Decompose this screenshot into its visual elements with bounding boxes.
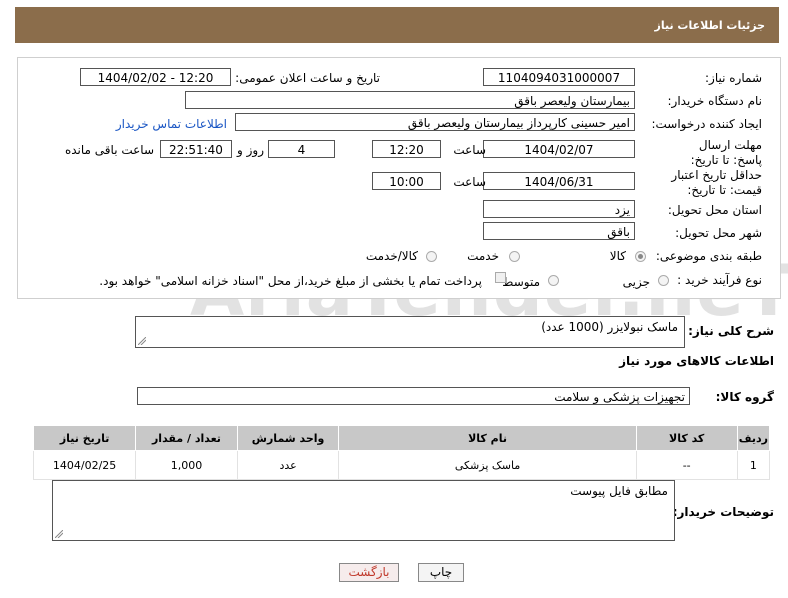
city-field: باقق: [483, 222, 635, 240]
process-option-minor: جزیی: [622, 275, 650, 289]
payment-note: پرداخت تمام یا بخشی از مبلغ خرید،از محل …: [99, 274, 482, 288]
province-label: استان محل تحویل:: [667, 203, 762, 217]
category-label: طبقه بندی موضوعی:: [655, 249, 762, 263]
col-unit: واحد شمارش: [236, 425, 340, 451]
days-field: 4: [268, 140, 335, 158]
goods-table: ردیف کد کالا نام کالا واحد شمارش تعداد /…: [32, 425, 771, 480]
city-label: شهر محل تحویل:: [675, 226, 762, 240]
cell-row: 1: [736, 450, 771, 480]
category-option-goods: کالا: [609, 249, 626, 263]
summary-field: ماسک نبولایزر (1000 عدد): [135, 316, 685, 348]
page-header: جزئیات اطلاعات نیاز: [15, 7, 779, 43]
process-radio-minor[interactable]: [658, 275, 669, 286]
days-label: روز و: [237, 143, 264, 157]
creator-label: ایجاد کننده درخواست:: [651, 117, 762, 131]
category-radio-service[interactable]: [509, 251, 520, 262]
validity-time-label: ساعت: [453, 175, 486, 189]
buyer-contact-link[interactable]: اطلاعات تماس خریدار: [116, 117, 227, 131]
deadline-time-label: ساعت: [453, 143, 486, 157]
payment-checkbox[interactable]: [495, 272, 506, 283]
cell-qty: 1,000: [135, 450, 238, 480]
col-code: کد کالا: [635, 425, 738, 451]
category-radio-goods-service[interactable]: [426, 251, 437, 262]
process-radio-medium[interactable]: [548, 275, 559, 286]
cell-date: 1404/02/25: [32, 450, 137, 480]
buyer-org-label: نام دستگاه خریدار:: [667, 94, 763, 108]
remaining-label: ساعت باقی مانده: [64, 143, 154, 157]
table-row: 1 -- ماسک پزشکی عدد 1,000 1404/02/25: [32, 450, 771, 480]
cell-name: ماسک پزشکی: [338, 450, 637, 480]
cell-unit: عدد: [236, 450, 340, 480]
goods-group-label: گروه کالا:: [715, 390, 774, 404]
buyer-notes-field: مطابق فایل پیوست: [52, 480, 675, 541]
col-date: تاریخ نیاز: [32, 425, 137, 451]
category-option-goods-service: کالا/خدمت: [365, 249, 418, 263]
summary-label: شرح کلی نیاز:: [688, 324, 774, 338]
category-option-service: خدمت: [467, 249, 499, 263]
deadline-label: مهلت ارسال پاسخ: تا تاریخ:: [690, 138, 762, 167]
process-option-medium: متوسط: [502, 275, 540, 289]
col-qty: تعداد / مقدار: [135, 425, 238, 451]
validity-date-field: 1404/06/31: [483, 172, 635, 190]
print-button[interactable]: چاپ: [418, 563, 464, 582]
process-label: نوع فرآیند خرید :: [677, 273, 762, 287]
validity-label: حداقل تاریخ اعتبار قیمت: تا تاریخ:: [671, 168, 762, 197]
buyer-notes-value: مطابق فایل پیوست: [570, 484, 668, 498]
deadline-date-field: 1404/02/07: [483, 140, 635, 158]
back-button[interactable]: بازگشت: [339, 563, 399, 582]
deadline-time-field: 12:20: [372, 140, 441, 158]
need-number-field: 1104094031000007: [483, 68, 635, 86]
resize-grip-icon[interactable]: [138, 337, 146, 345]
goods-section-title: اطلاعات کالاهای مورد نیاز: [619, 354, 774, 368]
cell-code: --: [635, 450, 738, 480]
creator-field: امیر حسینی کارپرداز بیمارستان ولیعصر باق…: [235, 113, 635, 131]
goods-group-field: تجهیزات پزشکی و سلامت: [137, 387, 690, 405]
province-field: یزد: [483, 200, 635, 218]
summary-value: ماسک نبولایزر (1000 عدد): [541, 320, 678, 334]
table-header-row: ردیف کد کالا نام کالا واحد شمارش تعداد /…: [32, 425, 771, 451]
category-radio-goods[interactable]: [635, 251, 646, 262]
need-number-label: شماره نیاز:: [705, 71, 762, 85]
col-name: نام کالا: [338, 425, 637, 451]
details-panel: شماره نیاز: 1104094031000007 تاریخ و ساع…: [17, 57, 781, 299]
col-row: ردیف: [736, 425, 771, 451]
buyer-org-field: بیمارستان ولیعصر باقق: [185, 91, 635, 109]
buyer-notes-label: توضیحات خریدار:: [672, 505, 774, 519]
resize-grip-icon[interactable]: [55, 530, 63, 538]
announce-label: تاریخ و ساعت اعلان عمومی:: [235, 71, 380, 85]
remaining-time-field: 22:51:40: [160, 140, 232, 158]
announce-field: 1404/02/02 - 12:20: [80, 68, 231, 86]
page-title: جزئیات اطلاعات نیاز: [654, 19, 766, 32]
validity-time-field: 10:00: [372, 172, 441, 190]
